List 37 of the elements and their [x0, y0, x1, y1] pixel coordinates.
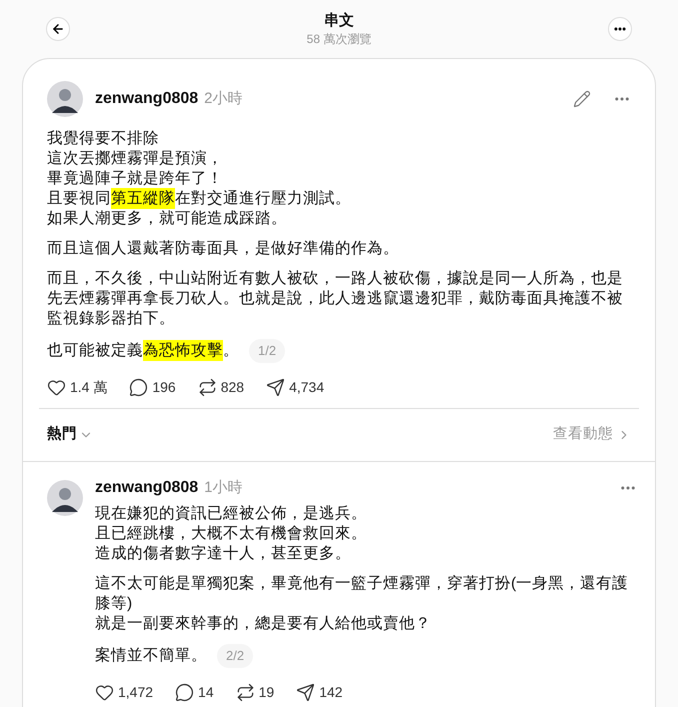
repost-button[interactable]: 19 [236, 682, 274, 703]
speech-bubble-icon [175, 683, 194, 702]
post-paragraph: 也可能被定義為恐怖攻擊。 [47, 341, 239, 361]
send-icon [296, 683, 316, 702]
share-button[interactable]: 142 [296, 682, 343, 703]
post-paragraph: 而且這個人還戴著防毒面具，是做好準備的作為。 [47, 239, 400, 259]
reply-button[interactable]: 196 [129, 377, 176, 398]
heart-icon [95, 683, 114, 702]
more-button[interactable] [608, 17, 632, 41]
avatar[interactable] [47, 480, 83, 516]
heart-icon [47, 378, 66, 397]
repost-icon [198, 378, 217, 397]
post-paragraph: 現在嫌犯的資訊已經被公佈，是逃兵。 且已經跳樓，大概不太有機會救回來。 造成的傷者數字達十人，甚至更多。 [95, 504, 368, 564]
like-button[interactable]: 1,472 [95, 682, 154, 703]
page-counter: 2/2 [217, 644, 254, 668]
post-time: 1小時 [204, 478, 242, 498]
view-count: 58 萬次瀏覽 [306, 31, 372, 47]
avatar[interactable] [47, 81, 83, 117]
back-button[interactable] [46, 17, 70, 41]
post-paragraph: 我覺得要不排除 這次丟擲煙霧彈是預演， 畢竟過陣子就是跨年了！ 且要視同第五縱隊在對交通進行壓力測試。 如果人潮更多，就可能造成踩踏。 [47, 129, 352, 229]
edit-icon[interactable] [573, 90, 591, 108]
post-paragraph: 這不太可能是單獨犯案，畢竟他有一籃子煙霧彈，穿著打扮(一身黑，還有護膝等) 就是一副要來幹事的，總是要有人給他或賣他？ [95, 574, 630, 634]
page-counter: 1/2 [249, 339, 286, 363]
speech-bubble-icon [129, 378, 148, 397]
post-paragraph: 案情並不簡單。 [95, 646, 207, 666]
post-time: 2小時 [204, 88, 242, 109]
send-icon [266, 378, 286, 397]
sort-dropdown[interactable]: 熱門 [47, 424, 93, 446]
reply-button[interactable]: 14 [175, 682, 214, 703]
repost-icon [236, 683, 255, 702]
like-button[interactable]: 1.4 萬 [47, 377, 108, 398]
post-paragraph: 而且，不久後，中山站附近有數人被砍，一路人被砍傷，據說是同一人所為，也是先丟煙霧彈再拿長刀砍人。也就是說，此人邊逃竄還邊犯罪，戴防毒面具掩護不被監視錄影器拍下。 [47, 269, 624, 329]
page-title: 串文 [324, 11, 354, 31]
share-button[interactable]: 4,734 [266, 377, 324, 398]
repost-button[interactable]: 828 [198, 377, 244, 398]
username[interactable]: zenwang0808 [95, 87, 198, 111]
username[interactable]: zenwang0808 [95, 476, 198, 500]
